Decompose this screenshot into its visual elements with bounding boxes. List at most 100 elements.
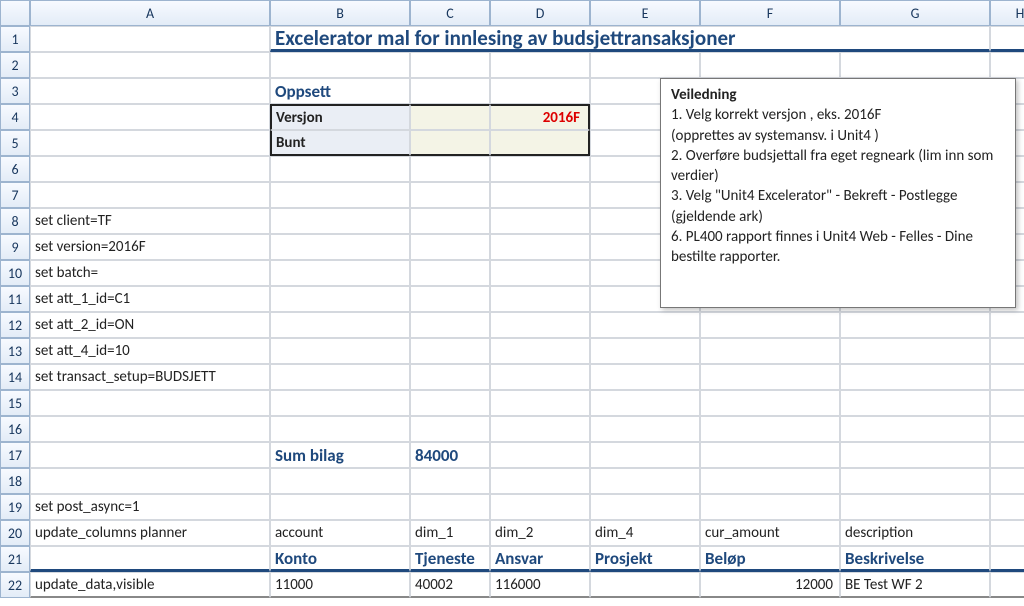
user-header-prosjekt[interactable]: Prosjekt	[590, 546, 700, 572]
row-header[interactable]: 6	[0, 156, 30, 182]
cell-D12[interactable]	[490, 312, 590, 338]
row-header[interactable]: 2	[0, 52, 30, 78]
cell-D2[interactable]	[490, 52, 590, 78]
cell-D11[interactable]	[490, 286, 590, 312]
cell-F18[interactable]	[700, 468, 840, 494]
cell-E18[interactable]	[590, 468, 700, 494]
cell-H20[interactable]	[990, 520, 1024, 546]
col-header-H[interactable]: H	[990, 0, 1024, 26]
cell-C13[interactable]	[410, 338, 490, 364]
cmd-set-version[interactable]: set version=2016F	[30, 234, 270, 260]
cell-B14[interactable]	[270, 364, 410, 390]
sum-value[interactable]: 84000	[410, 442, 490, 468]
cell-F15[interactable]	[700, 390, 840, 416]
cell-A16[interactable]	[30, 416, 270, 442]
col-header-E[interactable]: E	[590, 0, 700, 26]
col-header-C[interactable]: C	[410, 0, 490, 26]
cell-D16[interactable]	[490, 416, 590, 442]
cell-B18[interactable]	[270, 468, 410, 494]
cell-B8[interactable]	[270, 208, 410, 234]
row-header[interactable]: 7	[0, 182, 30, 208]
cell-E12[interactable]	[590, 312, 700, 338]
setup-header[interactable]: Oppsett	[270, 78, 410, 104]
cell-D8[interactable]	[490, 208, 590, 234]
cell-H16[interactable]	[990, 416, 1024, 442]
cell-E2[interactable]	[590, 52, 700, 78]
cell-G14[interactable]	[840, 364, 990, 390]
row-header[interactable]: 10	[0, 260, 30, 286]
data-dim1[interactable]: 40002	[410, 572, 490, 598]
cell-F19[interactable]	[700, 494, 840, 520]
cell-C10[interactable]	[410, 260, 490, 286]
cell-E19[interactable]	[590, 494, 700, 520]
cell-D17[interactable]	[490, 442, 590, 468]
cell-C8[interactable]	[410, 208, 490, 234]
batch-value-gap[interactable]	[410, 130, 490, 156]
cell-A21[interactable]	[30, 546, 270, 572]
col-header-B[interactable]: B	[270, 0, 410, 26]
row-header[interactable]: 22	[0, 572, 30, 598]
row-header[interactable]: 8	[0, 208, 30, 234]
tech-header-dim1[interactable]: dim_1	[410, 520, 490, 546]
cell-D15[interactable]	[490, 390, 590, 416]
cell-C18[interactable]	[410, 468, 490, 494]
cell-A18[interactable]	[30, 468, 270, 494]
user-header-belop[interactable]: Beløp	[700, 546, 840, 572]
cell-E13[interactable]	[590, 338, 700, 364]
sum-label[interactable]: Sum bilag	[270, 442, 410, 468]
version-value[interactable]: 2016F	[490, 104, 590, 130]
cell-A17[interactable]	[30, 442, 270, 468]
user-header-tjeneste[interactable]: Tjeneste	[410, 546, 490, 572]
cell-E16[interactable]	[590, 416, 700, 442]
tech-header-account[interactable]: account	[270, 520, 410, 546]
user-header-ansvar[interactable]: Ansvar	[490, 546, 590, 572]
cell-C12[interactable]	[410, 312, 490, 338]
cell-C14[interactable]	[410, 364, 490, 390]
cell-B6[interactable]	[270, 156, 410, 182]
title-cell[interactable]: Excelerator mal for innlesing av budsjet…	[270, 26, 990, 52]
cell-C6[interactable]	[410, 156, 490, 182]
cmd-post-async[interactable]: set post_async=1	[30, 494, 270, 520]
row-header[interactable]: 16	[0, 416, 30, 442]
data-description[interactable]: BE Test WF 2	[840, 572, 990, 598]
batch-label[interactable]: Bunt	[270, 130, 410, 156]
cell-A7[interactable]	[30, 182, 270, 208]
cell-E17[interactable]	[590, 442, 700, 468]
cmd-set-batch[interactable]: set batch=	[30, 260, 270, 286]
cell-H22[interactable]	[990, 572, 1024, 598]
tech-header-description[interactable]: description	[840, 520, 990, 546]
cell-D3[interactable]	[490, 78, 590, 104]
cell-G13[interactable]	[840, 338, 990, 364]
user-header-konto[interactable]: Konto	[270, 546, 410, 572]
cell-C7[interactable]	[410, 182, 490, 208]
cell-G12[interactable]	[840, 312, 990, 338]
row-header[interactable]: 14	[0, 364, 30, 390]
cell-C2[interactable]	[410, 52, 490, 78]
row-header[interactable]: 17	[0, 442, 30, 468]
row-header[interactable]: 21	[0, 546, 30, 572]
cell-A5[interactable]	[30, 130, 270, 156]
row-header[interactable]: 9	[0, 234, 30, 260]
cell-D13[interactable]	[490, 338, 590, 364]
cell-B12[interactable]	[270, 312, 410, 338]
cell-B9[interactable]	[270, 234, 410, 260]
cell-G16[interactable]	[840, 416, 990, 442]
col-header-G[interactable]: G	[840, 0, 990, 26]
cmd-set-client[interactable]: set client=TF	[30, 208, 270, 234]
cell-A1[interactable]	[30, 26, 270, 52]
version-label[interactable]: Versjon	[270, 104, 410, 130]
col-header-F[interactable]: F	[700, 0, 840, 26]
cmd-set-att4[interactable]: set att_4_id=10	[30, 338, 270, 364]
data-dim4[interactable]	[590, 572, 700, 598]
cell-H13[interactable]	[990, 338, 1024, 364]
data-curamount[interactable]: 12000	[700, 572, 840, 598]
tech-header-dim2[interactable]: dim_2	[490, 520, 590, 546]
row-header[interactable]: 11	[0, 286, 30, 312]
cmd-update-data[interactable]: update_data,visible	[30, 572, 270, 598]
cell-C9[interactable]	[410, 234, 490, 260]
cell-H14[interactable]	[990, 364, 1024, 390]
cell-H2[interactable]	[990, 52, 1024, 78]
cell-F2[interactable]	[700, 52, 840, 78]
cell-A6[interactable]	[30, 156, 270, 182]
cmd-set-transact[interactable]: set transact_setup=BUDSJETT	[30, 364, 270, 390]
